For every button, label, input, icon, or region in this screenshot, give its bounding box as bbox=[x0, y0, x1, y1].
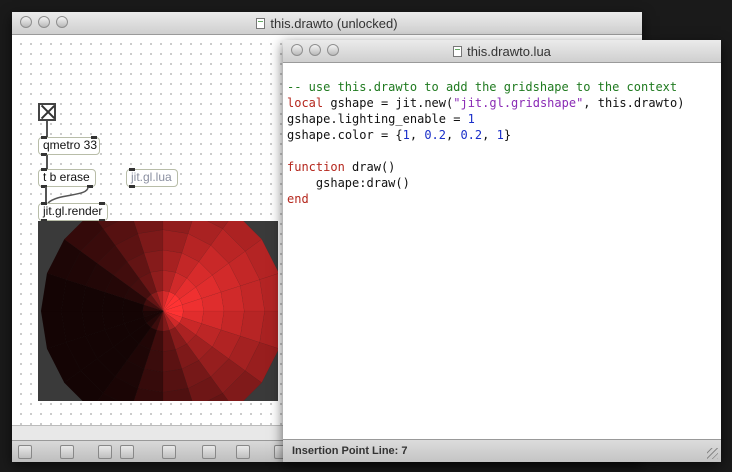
code-editor[interactable]: -- use this.drawto to add the gridshape … bbox=[283, 63, 721, 440]
code-line[interactable]: gshape:draw() bbox=[287, 175, 721, 191]
cord-icon[interactable] bbox=[236, 445, 250, 459]
clear-icon[interactable] bbox=[120, 445, 134, 459]
trigger-label: t b erase bbox=[43, 170, 90, 184]
patch-cords-trigger[interactable] bbox=[38, 185, 98, 205]
new-object-icon[interactable] bbox=[60, 445, 74, 459]
qmetro-label: qmetro 33 bbox=[43, 138, 98, 152]
status-bar: Insertion Point Line: 7 bbox=[283, 439, 721, 462]
patcher-title: this.drawto (unlocked) bbox=[270, 16, 398, 31]
lock-icon[interactable] bbox=[18, 445, 32, 459]
lua-file-icon bbox=[453, 46, 463, 57]
jit-gl-lua-object[interactable]: jit.gl.lua bbox=[126, 168, 178, 188]
code-line[interactable] bbox=[287, 143, 721, 159]
document-icon bbox=[256, 18, 266, 29]
code-line[interactable]: function draw() bbox=[287, 159, 721, 175]
jit-gl-render-object[interactable]: jit.gl.render bbox=[38, 202, 108, 222]
lua-object-label: jit.gl.lua bbox=[131, 170, 172, 184]
editor-title: this.drawto.lua bbox=[467, 44, 551, 59]
code-line[interactable]: local gshape = jit.new("jit.gl.gridshape… bbox=[287, 95, 721, 111]
patcher-titlebar[interactable]: this.drawto (unlocked) bbox=[12, 12, 642, 35]
editor-titlebar[interactable]: this.drawto.lua bbox=[283, 40, 721, 63]
code-line[interactable]: end bbox=[287, 191, 721, 207]
render-window bbox=[38, 221, 278, 401]
info-icon[interactable] bbox=[202, 445, 216, 459]
gridshape-sphere bbox=[40, 221, 278, 401]
inspector-icon[interactable] bbox=[162, 445, 176, 459]
insertion-point-status: Insertion Point Line: 7 bbox=[292, 445, 408, 457]
code-line[interactable]: -- use this.drawto to add the gridshape … bbox=[287, 79, 721, 95]
palette-icon[interactable] bbox=[98, 445, 112, 459]
patch-cord[interactable] bbox=[46, 121, 48, 137]
lua-editor-window: this.drawto.lua -- use this.drawto to ad… bbox=[283, 40, 721, 462]
patch-cord[interactable] bbox=[46, 155, 48, 169]
resize-grip-icon[interactable] bbox=[707, 448, 718, 459]
render-object-label: jit.gl.render bbox=[43, 204, 103, 218]
code-line[interactable]: gshape.lighting_enable = 1 bbox=[287, 111, 721, 127]
qmetro-object[interactable]: qmetro 33 bbox=[38, 136, 100, 156]
toggle-box[interactable] bbox=[38, 103, 56, 121]
code-line[interactable]: gshape.color = {1, 0.2, 0.2, 1} bbox=[287, 127, 721, 143]
